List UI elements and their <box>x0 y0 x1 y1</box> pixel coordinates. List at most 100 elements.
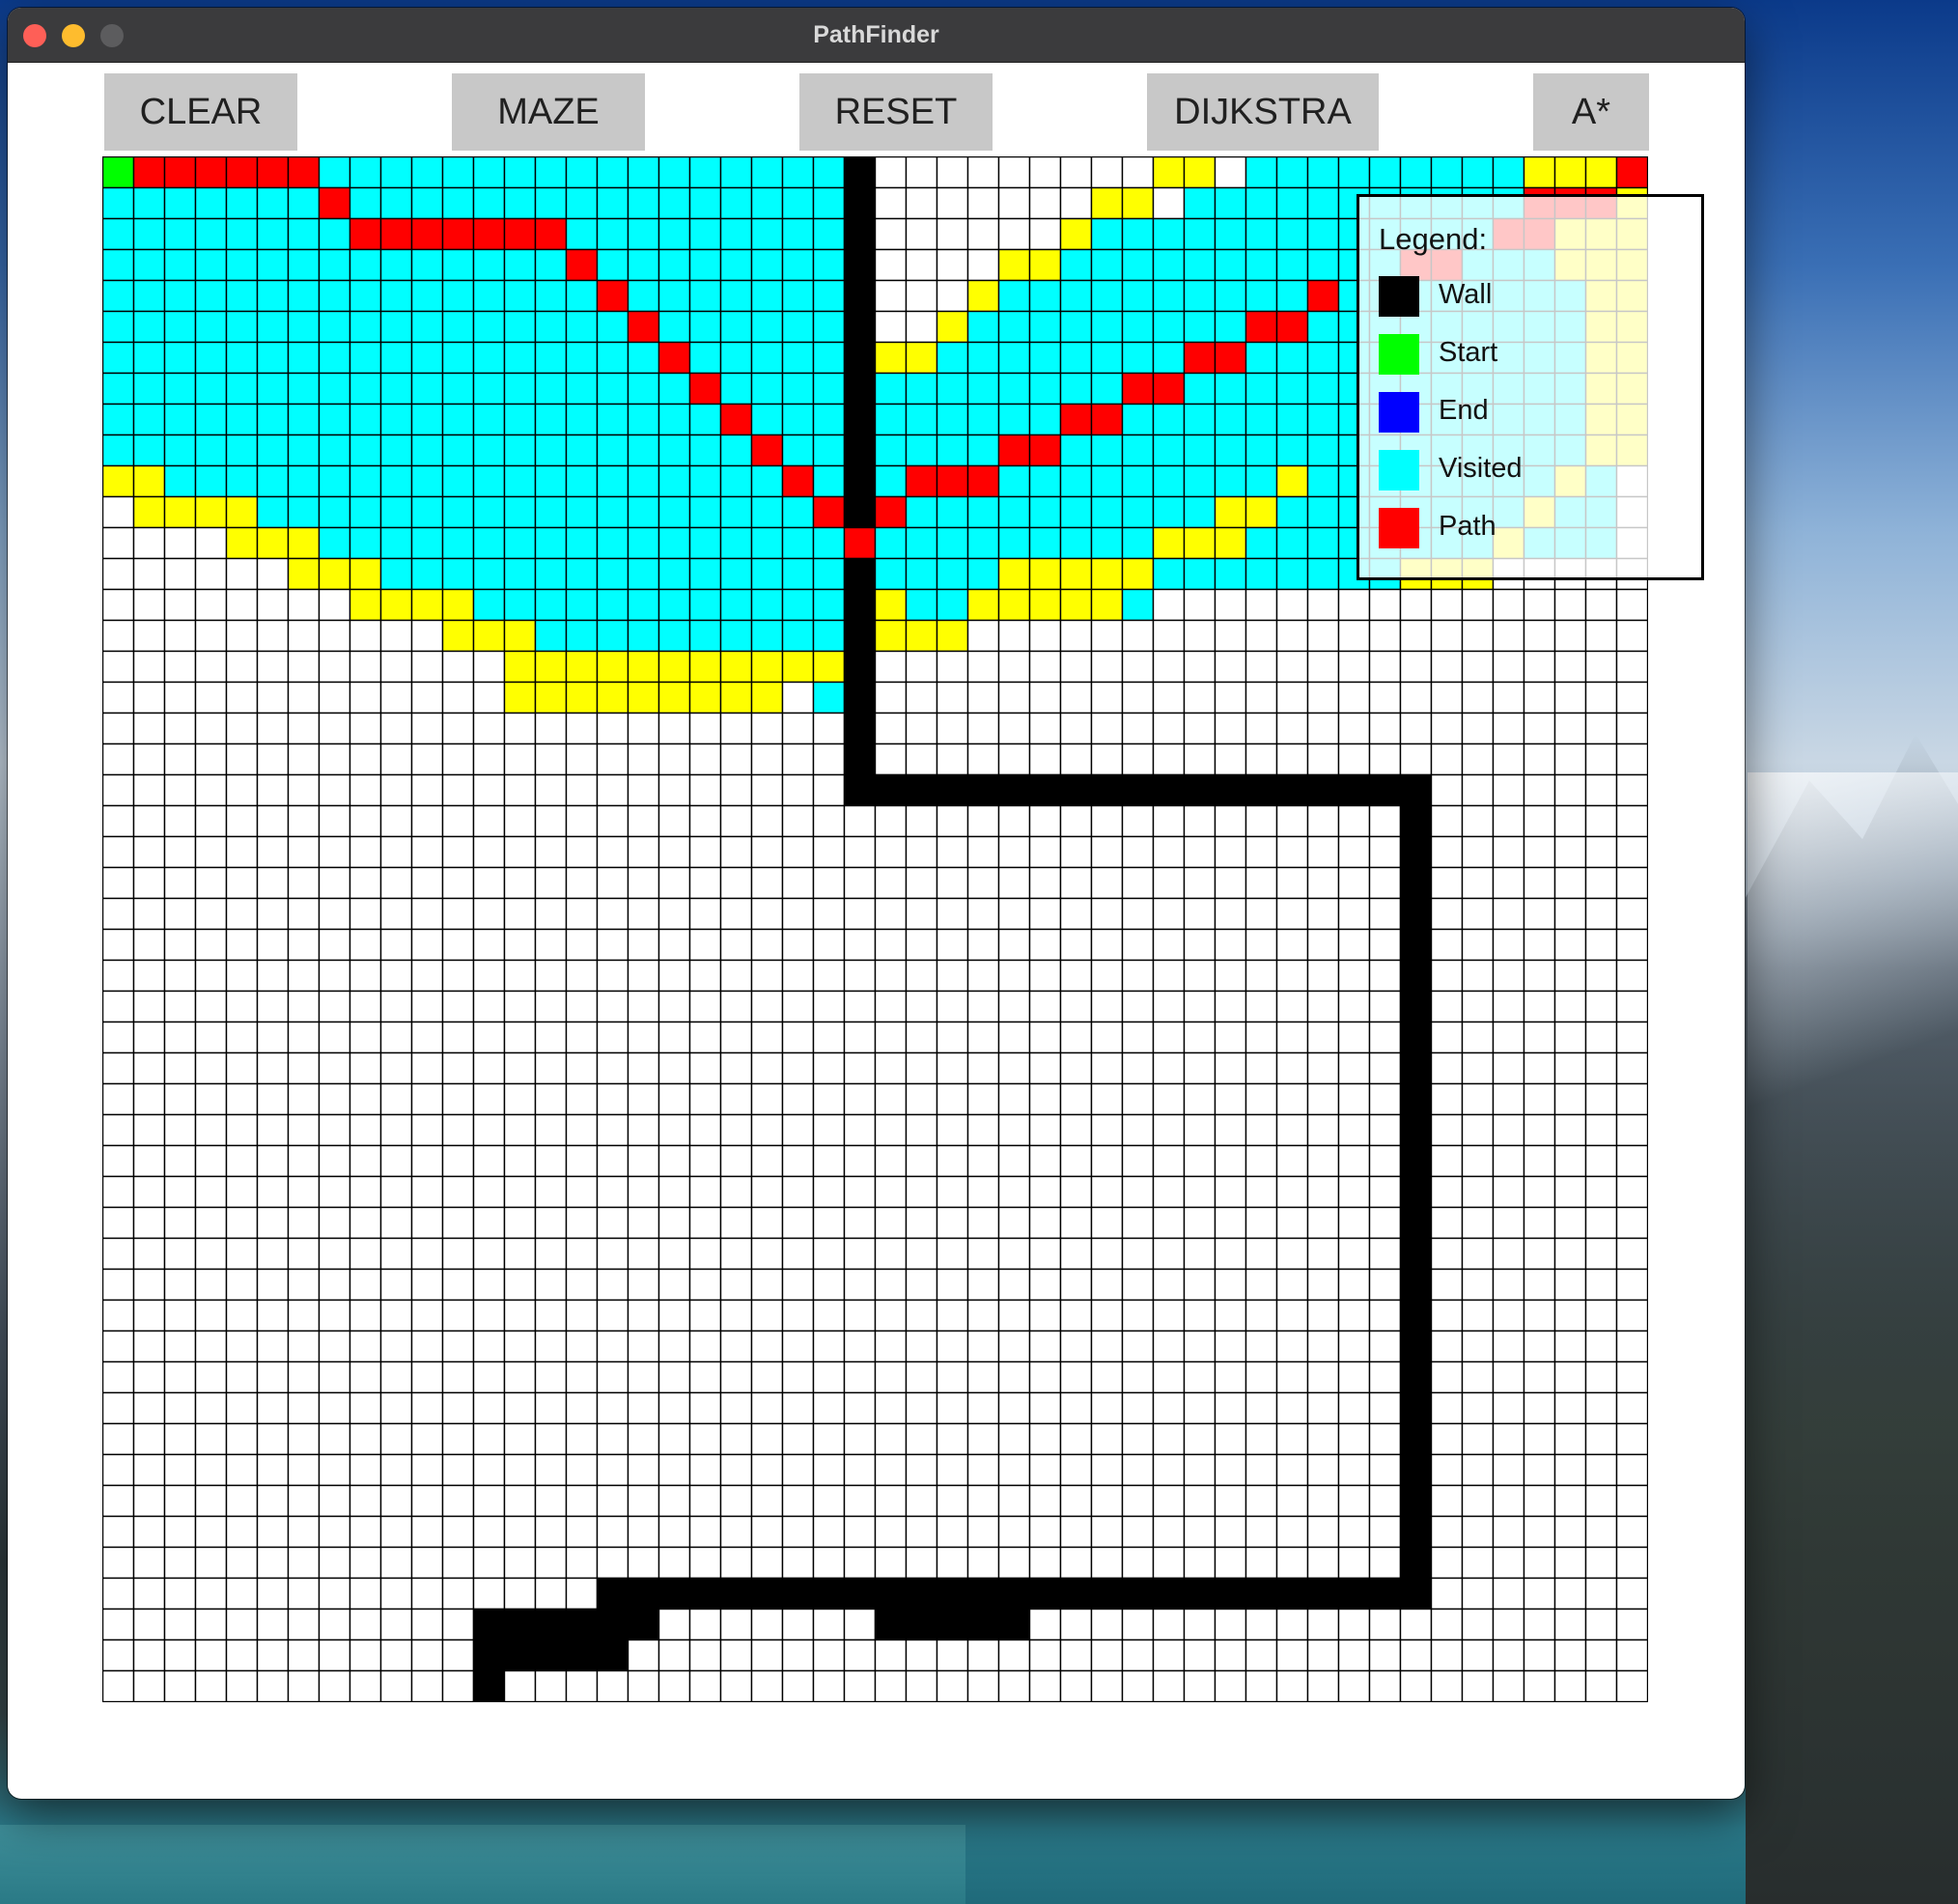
grid-cell-empty[interactable] <box>997 742 1031 776</box>
grid-cell-empty[interactable] <box>781 928 815 962</box>
grid-cell-empty[interactable] <box>102 1206 135 1240</box>
grid-cell-empty[interactable] <box>318 1144 351 1178</box>
grid-cell-frontier[interactable] <box>534 681 568 714</box>
grid-cell-visited[interactable] <box>1214 464 1247 498</box>
grid-cell-visited[interactable] <box>132 434 166 467</box>
grid-cell-empty[interactable] <box>1059 619 1093 653</box>
grid-cell-visited[interactable] <box>472 156 506 189</box>
grid-cell-visited[interactable] <box>163 186 197 220</box>
grid-cell-wall[interactable] <box>843 619 877 653</box>
grid-cell-frontier[interactable] <box>966 588 1000 622</box>
grid-cell-empty[interactable] <box>1275 1638 1309 1672</box>
grid-cell-empty[interactable] <box>1245 1082 1278 1116</box>
grid-cell-empty[interactable] <box>102 804 135 838</box>
grid-cell-empty[interactable] <box>688 742 722 776</box>
grid-cell-frontier[interactable] <box>379 588 413 622</box>
grid-cell-empty[interactable] <box>997 1638 1031 1672</box>
grid-cell-empty[interactable] <box>966 804 1000 838</box>
grid-cell-empty[interactable] <box>1523 1638 1556 1672</box>
grid-cell-wall[interactable] <box>812 1577 846 1610</box>
grid-cell-empty[interactable] <box>1121 1237 1155 1271</box>
grid-cell-empty[interactable] <box>812 1546 846 1580</box>
grid-cell-empty[interactable] <box>843 1330 877 1363</box>
grid-cell-empty[interactable] <box>1368 588 1402 622</box>
grid-cell-visited[interactable] <box>163 341 197 375</box>
grid-cell-empty[interactable] <box>936 1422 969 1456</box>
grid-cell-visited[interactable] <box>936 557 969 591</box>
grid-cell-visited[interactable] <box>1028 310 1062 344</box>
grid-cell-empty[interactable] <box>163 1422 197 1456</box>
grid-cell-empty[interactable] <box>503 1330 537 1363</box>
grid-cell-path[interactable] <box>1306 279 1340 313</box>
grid-cell-empty[interactable] <box>256 1144 290 1178</box>
grid-cell-empty[interactable] <box>688 1299 722 1332</box>
grid-cell-empty[interactable] <box>287 1484 321 1518</box>
grid-cell-empty[interactable] <box>318 1175 351 1209</box>
grid-cell-empty[interactable] <box>596 1113 629 1147</box>
grid-cell-empty[interactable] <box>441 1360 475 1394</box>
grid-cell-empty[interactable] <box>1368 742 1402 776</box>
grid-cell-empty[interactable] <box>1553 1082 1587 1116</box>
grid-cell-empty[interactable] <box>1245 835 1278 869</box>
grid-cell-empty[interactable] <box>1275 588 1309 622</box>
grid-cell-empty[interactable] <box>1214 1608 1247 1641</box>
grid-cell-empty[interactable] <box>225 1113 259 1147</box>
grid-cell-visited[interactable] <box>410 279 444 313</box>
grid-cell-empty[interactable] <box>1337 1051 1371 1085</box>
grid-cell-empty[interactable] <box>627 1546 660 1580</box>
grid-cell-empty[interactable] <box>194 681 228 714</box>
grid-cell-visited[interactable] <box>503 557 537 591</box>
grid-cell-empty[interactable] <box>781 1330 815 1363</box>
grid-cell-visited[interactable] <box>318 495 351 529</box>
grid-cell-empty[interactable] <box>565 1268 599 1302</box>
grid-cell-empty[interactable] <box>936 1391 969 1425</box>
grid-cell-visited[interactable] <box>472 341 506 375</box>
grid-cell-frontier[interactable] <box>132 464 166 498</box>
grid-cell-visited[interactable] <box>596 341 629 375</box>
grid-cell-empty[interactable] <box>1306 1330 1340 1363</box>
grid-cell-empty[interactable] <box>936 1021 969 1054</box>
grid-cell-empty[interactable] <box>936 1299 969 1332</box>
grid-cell-empty[interactable] <box>225 1515 259 1549</box>
grid-cell-empty[interactable] <box>410 1546 444 1580</box>
grid-cell-empty[interactable] <box>194 1484 228 1518</box>
grid-cell-empty[interactable] <box>1553 619 1587 653</box>
grid-cell-empty[interactable] <box>132 588 166 622</box>
grid-cell-frontier[interactable] <box>194 495 228 529</box>
grid-cell-empty[interactable] <box>1337 1330 1371 1363</box>
grid-cell-visited[interactable] <box>1275 341 1309 375</box>
grid-cell-empty[interactable] <box>750 1268 784 1302</box>
grid-cell-visited[interactable] <box>1399 156 1433 189</box>
grid-cell-empty[interactable] <box>1245 1330 1278 1363</box>
grid-cell-wall[interactable] <box>936 1608 969 1641</box>
grid-cell-empty[interactable] <box>1523 1206 1556 1240</box>
grid-cell-empty[interactable] <box>1368 1299 1402 1332</box>
grid-cell-visited[interactable] <box>256 372 290 406</box>
grid-cell-empty[interactable] <box>441 1113 475 1147</box>
grid-cell-empty[interactable] <box>1461 1237 1495 1271</box>
grid-cell-visited[interactable] <box>688 310 722 344</box>
grid-cell-visited[interactable] <box>596 186 629 220</box>
grid-cell-empty[interactable] <box>256 1638 290 1672</box>
grid-cell-empty[interactable] <box>194 990 228 1023</box>
grid-cell-empty[interactable] <box>472 1021 506 1054</box>
grid-cell-empty[interactable] <box>1306 712 1340 745</box>
grid-cell-empty[interactable] <box>936 1669 969 1702</box>
grid-cell-empty[interactable] <box>1337 1515 1371 1549</box>
grid-cell-empty[interactable] <box>1090 742 1124 776</box>
grid-cell-empty[interactable] <box>1121 1268 1155 1302</box>
grid-cell-empty[interactable] <box>1214 835 1247 869</box>
grid-cell-visited[interactable] <box>379 372 413 406</box>
grid-cell-empty[interactable] <box>1584 1113 1618 1147</box>
grid-cell-empty[interactable] <box>1059 1422 1093 1456</box>
grid-cell-visited[interactable] <box>688 588 722 622</box>
grid-cell-visited[interactable] <box>966 434 1000 467</box>
grid-cell-empty[interactable] <box>1492 1608 1525 1641</box>
grid-cell-empty[interactable] <box>1121 1669 1155 1702</box>
grid-cell-empty[interactable] <box>1090 1237 1124 1271</box>
grid-cell-empty[interactable] <box>596 1144 629 1178</box>
grid-cell-empty[interactable] <box>472 1299 506 1332</box>
grid-cell-visited[interactable] <box>1028 279 1062 313</box>
grid-cell-visited[interactable] <box>1152 310 1186 344</box>
grid-cell-empty[interactable] <box>1214 804 1247 838</box>
